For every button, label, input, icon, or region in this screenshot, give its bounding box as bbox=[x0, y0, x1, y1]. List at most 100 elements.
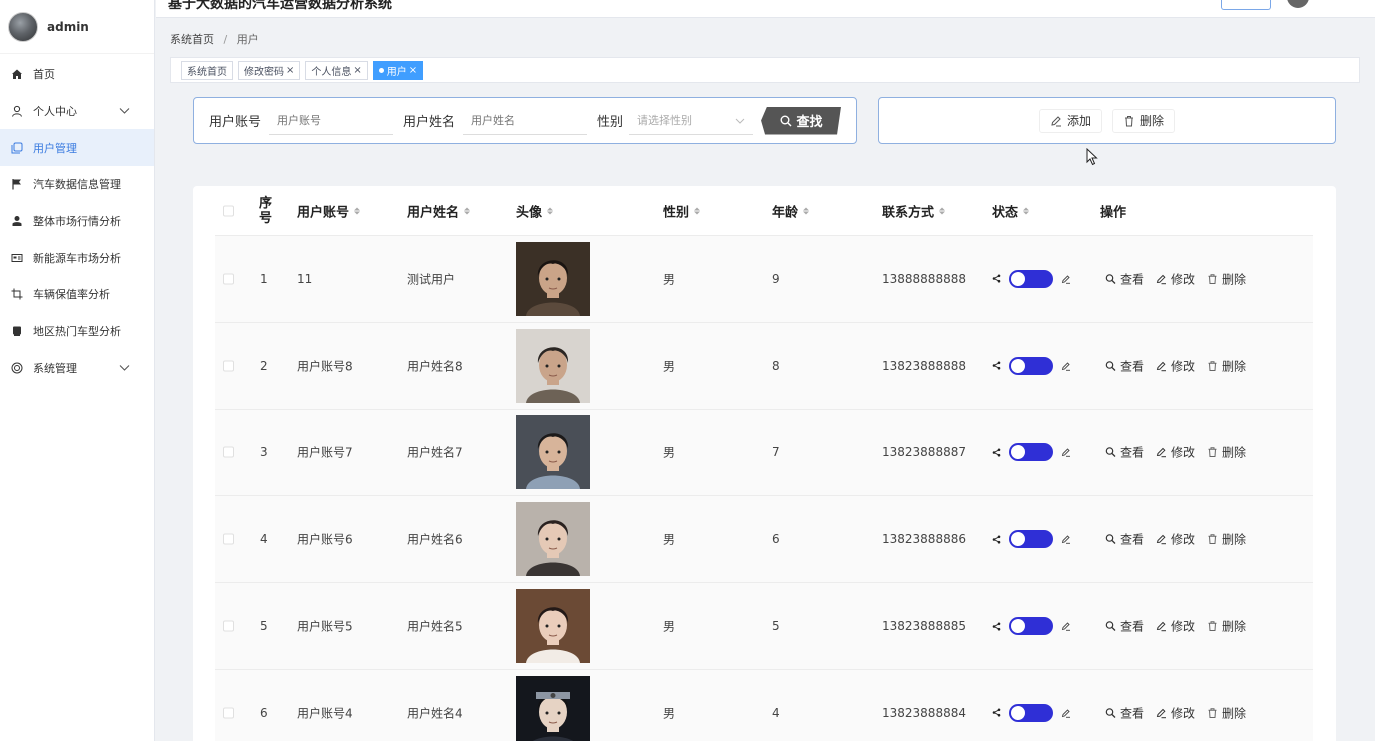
edit-button[interactable]: 修改 bbox=[1156, 444, 1195, 461]
sort-icon bbox=[547, 207, 554, 214]
sidebar-user: admin bbox=[0, 0, 154, 54]
status-toggle[interactable] bbox=[1009, 356, 1053, 375]
cell-operation: 查看 修改 删除 bbox=[1105, 618, 1258, 635]
edit-button[interactable]: 修改 bbox=[1156, 531, 1195, 548]
row-checkbox[interactable] bbox=[223, 707, 234, 719]
col-name[interactable]: 用户姓名 bbox=[407, 201, 471, 220]
row-checkbox[interactable] bbox=[223, 446, 234, 458]
cell-account: 用户账号4 bbox=[297, 706, 353, 721]
sidebar-item-1[interactable]: 个人中心 bbox=[0, 93, 154, 130]
sidebar-item-5[interactable]: 新能源车市场分析 bbox=[0, 239, 154, 276]
cell-operation: 查看 修改 删除 bbox=[1105, 444, 1258, 461]
pen-icon[interactable] bbox=[1061, 621, 1071, 631]
sort-icon bbox=[694, 207, 701, 214]
tag-1[interactable]: 修改密码 × bbox=[238, 60, 301, 80]
pen-icon[interactable] bbox=[1061, 361, 1071, 371]
row-checkbox[interactable] bbox=[223, 620, 234, 632]
cell-gender: 男 bbox=[663, 445, 676, 460]
edit-button[interactable]: 修改 bbox=[1156, 618, 1195, 635]
close-icon[interactable]: × bbox=[286, 65, 294, 76]
delete-row-button[interactable]: 删除 bbox=[1207, 618, 1246, 635]
view-button[interactable]: 查看 bbox=[1105, 704, 1144, 721]
col-index: 序号 bbox=[259, 195, 273, 226]
col-phone[interactable]: 联系方式 bbox=[882, 201, 946, 220]
pen-icon[interactable] bbox=[1061, 274, 1071, 284]
cell-index: 2 bbox=[260, 358, 268, 373]
delete-label: 删除 bbox=[1222, 445, 1247, 460]
col-account[interactable]: 用户账号 bbox=[297, 201, 361, 220]
trash-icon bbox=[1207, 621, 1222, 632]
name-search-input[interactable] bbox=[463, 106, 588, 135]
delete-row-button[interactable]: 删除 bbox=[1207, 357, 1246, 374]
add-button[interactable]: 添加 bbox=[1038, 108, 1102, 133]
delete-row-button[interactable]: 删除 bbox=[1207, 444, 1246, 461]
share-icon bbox=[992, 708, 1001, 717]
tag-3[interactable]: 用户 × bbox=[372, 60, 424, 80]
tag-0[interactable]: 系统首页 bbox=[181, 60, 233, 80]
status-toggle[interactable] bbox=[1009, 703, 1053, 722]
edit-button[interactable]: 修改 bbox=[1156, 357, 1195, 374]
sidebar-item-3[interactable]: 汽车数据信息管理 bbox=[0, 166, 154, 203]
sidebar-menu: 首页 个人中心 用户管理 汽车数据信息管理 整体市场行情分析 新能源车市场分析 车辆保值率分… bbox=[0, 54, 154, 386]
view-button[interactable]: 查看 bbox=[1105, 444, 1144, 461]
sidebar-item-4[interactable]: 整体市场行情分析 bbox=[0, 203, 154, 240]
view-button[interactable]: 查看 bbox=[1105, 270, 1144, 287]
breadcrumb-home[interactable]: 系统首页 bbox=[170, 33, 214, 46]
status-toggle[interactable] bbox=[1009, 269, 1053, 288]
avatar[interactable] bbox=[8, 11, 38, 42]
sidebar-item-2[interactable]: 用户管理 bbox=[0, 129, 154, 167]
view-button[interactable]: 查看 bbox=[1105, 357, 1144, 374]
row-checkbox[interactable] bbox=[223, 360, 234, 372]
view-label: 查看 bbox=[1120, 706, 1145, 721]
delete-row-button[interactable]: 删除 bbox=[1207, 704, 1246, 721]
tags-view: 系统首页 修改密码 × 个人信息 × 用户 × bbox=[170, 57, 1360, 83]
share-icon bbox=[992, 448, 1001, 457]
edit-button[interactable]: 修改 bbox=[1156, 270, 1195, 287]
delete-button[interactable]: 删除 bbox=[1112, 108, 1176, 133]
edit-label: 修改 bbox=[1171, 706, 1196, 721]
sort-icon bbox=[464, 207, 471, 214]
sidebar-item-6[interactable]: 车辆保值率分析 bbox=[0, 276, 154, 313]
top-avatar[interactable] bbox=[1287, 0, 1309, 8]
pen-icon[interactable] bbox=[1061, 447, 1071, 458]
close-icon[interactable]: × bbox=[353, 65, 361, 76]
cell-gender: 男 bbox=[663, 272, 676, 287]
chevron-down-icon bbox=[735, 114, 745, 127]
sidebar-item-0[interactable]: 首页 bbox=[0, 56, 154, 93]
close-icon[interactable]: × bbox=[409, 65, 417, 76]
pen-icon[interactable] bbox=[1061, 708, 1071, 718]
cell-name: 用户姓名6 bbox=[407, 532, 463, 547]
col-status[interactable]: 状态 bbox=[992, 201, 1030, 220]
row-checkbox[interactable] bbox=[223, 533, 234, 545]
chevron-down-icon[interactable] bbox=[119, 105, 130, 118]
tag-label: 修改密码 bbox=[244, 66, 284, 78]
search-button[interactable]: 查找 bbox=[761, 107, 841, 135]
edit-button[interactable]: 修改 bbox=[1156, 704, 1195, 721]
col-age[interactable]: 年龄 bbox=[772, 201, 810, 220]
col-avatar[interactable]: 头像 bbox=[516, 201, 554, 220]
sidebar-item-8[interactable]: 系统管理 bbox=[0, 350, 154, 387]
share-icon bbox=[992, 622, 1001, 631]
status-toggle[interactable] bbox=[1009, 530, 1053, 549]
delete-row-button[interactable]: 删除 bbox=[1207, 270, 1246, 287]
share-icon bbox=[992, 535, 1001, 544]
chevron-down-icon[interactable] bbox=[119, 361, 130, 374]
status-toggle[interactable] bbox=[1009, 617, 1053, 636]
pen-icon[interactable] bbox=[1061, 534, 1071, 545]
cell-index: 5 bbox=[260, 619, 268, 634]
top-button[interactable] bbox=[1221, 0, 1271, 10]
account-search-input[interactable] bbox=[269, 106, 394, 135]
sidebar-item-7[interactable]: 地区热门车型分析 bbox=[0, 313, 154, 350]
cell-avatar bbox=[516, 502, 590, 577]
select-all-checkbox[interactable] bbox=[223, 205, 234, 216]
delete-row-button[interactable]: 删除 bbox=[1207, 531, 1246, 548]
status-toggle[interactable] bbox=[1009, 443, 1053, 462]
row-checkbox[interactable] bbox=[223, 273, 234, 285]
view-button[interactable]: 查看 bbox=[1105, 531, 1144, 548]
sidebar-item-label: 地区热门车型分析 bbox=[33, 325, 121, 339]
gender-select[interactable]: 请选择性别 bbox=[629, 107, 754, 135]
tag-2[interactable]: 个人信息 × bbox=[305, 60, 368, 80]
cell-phone: 13823888886 bbox=[882, 532, 966, 547]
view-button[interactable]: 查看 bbox=[1105, 618, 1144, 635]
col-gender[interactable]: 性别 bbox=[663, 201, 701, 220]
